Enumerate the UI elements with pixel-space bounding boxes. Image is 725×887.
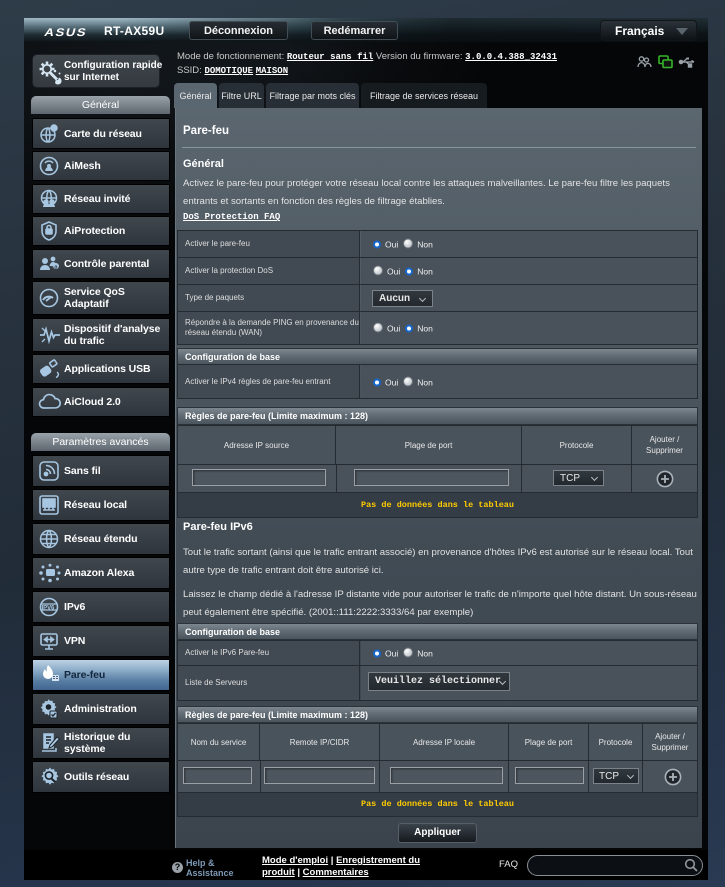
svg-text:o: o — [54, 264, 57, 270]
svg-text:IPV6: IPV6 — [42, 605, 55, 611]
